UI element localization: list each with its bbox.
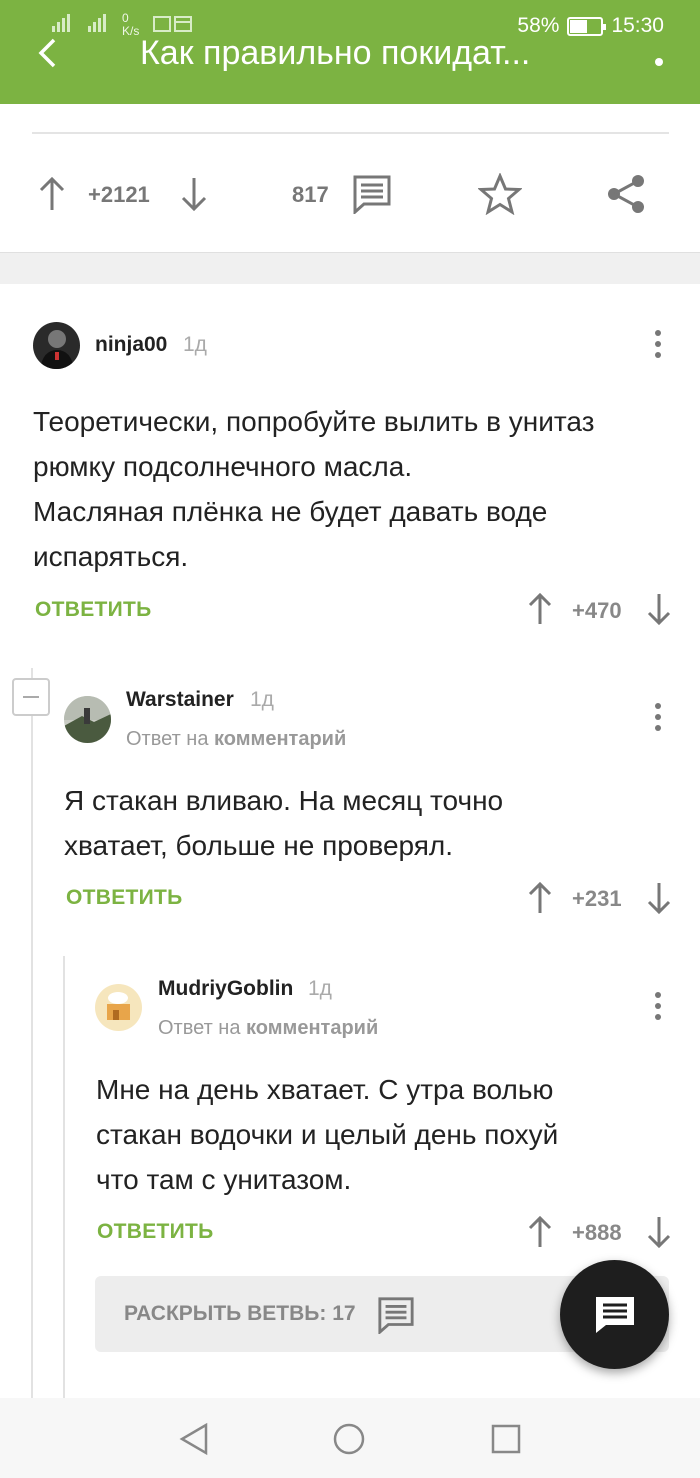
arrow-down-icon[interactable] xyxy=(180,176,208,212)
comment-score: +888 xyxy=(572,1220,622,1245)
arrow-down-icon[interactable] xyxy=(646,1215,672,1249)
arrow-up-icon[interactable] xyxy=(527,1215,553,1249)
comment-score: +231 xyxy=(572,886,622,911)
calendar-icon xyxy=(153,15,193,36)
more-vert-icon[interactable] xyxy=(655,992,663,1025)
comment-author[interactable]: ninja00 xyxy=(95,333,167,357)
comment-body: Теоретически, попробуйте вылить в унитаз… xyxy=(33,399,673,579)
more-vert-icon[interactable] xyxy=(655,703,663,736)
more-vert-icon[interactable] xyxy=(655,330,663,363)
speed-indicator: 0 K/s xyxy=(122,11,140,38)
comment-line: рюмку подсолнечного масла. xyxy=(33,451,413,482)
comment-age: 1д xyxy=(308,977,332,1000)
avatar[interactable] xyxy=(64,696,111,743)
comment-age: 1д xyxy=(250,688,274,711)
reply-to-link[interactable]: комментарий xyxy=(246,1017,378,1039)
comment-line: что там с унитазом. xyxy=(96,1164,352,1195)
comment-fab-icon xyxy=(596,1297,634,1333)
thread-line xyxy=(63,956,65,1398)
comment-line: Мне на день хватает. С утра волью xyxy=(96,1074,554,1105)
arrow-down-icon[interactable] xyxy=(646,881,672,915)
arrow-down-icon[interactable] xyxy=(646,592,672,626)
comment-line: испаряться. xyxy=(33,541,189,572)
arrow-up-icon[interactable] xyxy=(527,881,553,915)
divider xyxy=(32,132,669,134)
comment-body: Я стакан вливаю. На месяц точно хватает,… xyxy=(64,778,664,868)
comment-author[interactable]: Warstainer xyxy=(126,688,234,712)
star-icon[interactable] xyxy=(478,173,522,215)
nav-recents-icon[interactable] xyxy=(490,1423,522,1455)
reply-to-prefix: Ответ на xyxy=(126,728,209,750)
back-arrow-icon[interactable] xyxy=(36,38,58,76)
reply-to-link[interactable]: комментарий xyxy=(214,728,346,750)
comment-line: Масляная плёнка не будет давать воде xyxy=(33,496,548,527)
battery-icon xyxy=(567,16,607,36)
comment-line: хватает, больше не проверял. xyxy=(64,830,454,861)
signal-icon xyxy=(38,13,72,37)
reply-button[interactable]: ОТВЕТИТЬ xyxy=(97,1220,214,1244)
page-title: Как правильно покидат... xyxy=(140,34,531,72)
avatar[interactable] xyxy=(33,322,80,369)
comment-score: +470 xyxy=(572,598,622,623)
more-vert-icon[interactable] xyxy=(654,40,664,79)
thread-line xyxy=(31,668,33,1398)
comment-body: Мне на день хватает. С утра волью стакан… xyxy=(96,1067,666,1202)
write-comment-fab[interactable] xyxy=(560,1260,669,1369)
collapse-thread-button[interactable] xyxy=(12,678,50,716)
reply-button[interactable]: ОТВЕТИТЬ xyxy=(35,598,152,622)
share-icon[interactable] xyxy=(606,173,646,215)
reply-to: Ответ на комментарий xyxy=(126,728,346,751)
comment-line: Теоретически, попробуйте вылить в унитаз xyxy=(33,406,595,437)
nav-back-icon[interactable] xyxy=(178,1422,210,1456)
comment-author[interactable]: MudriyGoblin xyxy=(158,977,293,1001)
post-actions: +2121 817 xyxy=(0,160,700,230)
app-bar: 0 K/s 58% 15:30 Как правильно покидат... xyxy=(0,0,700,104)
comment-age: 1д xyxy=(183,333,207,356)
comment-line: стакан водочки и целый день похуй xyxy=(96,1119,559,1150)
signal-icon-2 xyxy=(86,13,108,37)
comments-count: 817 xyxy=(292,182,329,207)
clock: 15:30 xyxy=(611,14,664,37)
reply-button[interactable]: ОТВЕТИТЬ xyxy=(66,886,183,910)
arrow-up-icon[interactable] xyxy=(527,592,553,626)
comment-icon[interactable] xyxy=(352,174,392,214)
comment-line: Я стакан вливаю. На месяц точно xyxy=(64,785,504,816)
arrow-up-icon[interactable] xyxy=(38,176,66,212)
comment-icon xyxy=(378,1297,414,1334)
status-bar-right: 58% 15:30 xyxy=(517,14,664,38)
system-nav-bar xyxy=(0,1398,700,1478)
reply-to-prefix: Ответ на xyxy=(158,1017,241,1039)
expand-thread-label: РАСКРЫТЬ ВЕТВЬ: 17 xyxy=(124,1302,356,1325)
section-separator xyxy=(0,252,700,284)
post-votes: +2121 xyxy=(88,182,150,207)
nav-home-icon[interactable] xyxy=(332,1422,366,1456)
avatar[interactable] xyxy=(95,984,142,1031)
reply-to: Ответ на комментарий xyxy=(158,1017,378,1040)
